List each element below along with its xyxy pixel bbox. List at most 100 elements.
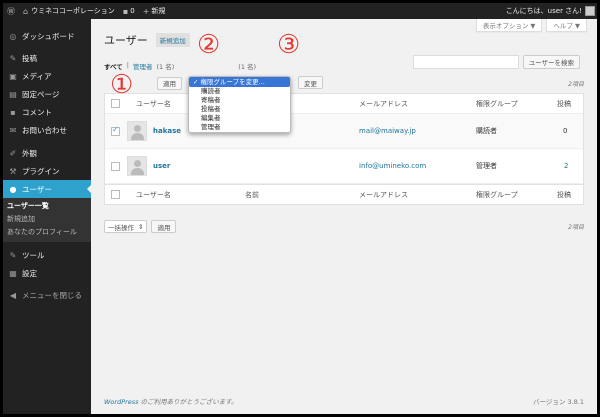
settings-icon: ▦: [9, 268, 17, 278]
checkmark-icon: ✓: [193, 78, 199, 86]
row-checkbox[interactable]: [111, 161, 120, 171]
submenu-all-users[interactable]: ユーザー一覧: [3, 200, 91, 213]
comments-count: 0: [130, 7, 135, 15]
user-email[interactable]: mail@maiway.jp: [359, 127, 416, 135]
account-menu[interactable]: こんにちは、user さん!: [506, 3, 595, 19]
user-posts-link[interactable]: 2: [564, 162, 568, 170]
site-name: ウミネココーポレーション: [31, 7, 115, 15]
col-role: 権限グループ: [476, 99, 518, 108]
user-role: 購読者: [476, 127, 497, 135]
menu-label: ツール: [22, 250, 45, 260]
menu-tools[interactable]: ✎ ツール: [3, 246, 91, 264]
bulk-actions-label: 一括操作: [108, 223, 134, 232]
menu-label: 外観: [22, 148, 37, 158]
admin-avatar: [585, 6, 595, 16]
submenu-add-new[interactable]: 新規追加: [3, 213, 91, 226]
menu-comments[interactable]: ▪ コメント: [3, 103, 91, 121]
menu-pages[interactable]: ▤ 固定ページ: [3, 85, 91, 103]
menu-label: ダッシュボード: [22, 31, 75, 41]
page-title: ユーザー: [104, 34, 148, 47]
menu-label: お問い合わせ: [22, 125, 67, 135]
role-option-placeholder[interactable]: ✓ 権限グループを変更...: [189, 77, 290, 87]
menu-label: コメント: [22, 107, 52, 117]
change-role-dropdown[interactable]: ✓ 権限グループを変更... 購読者 寄稿者 投稿者 編集者 管理者: [188, 76, 291, 133]
greeting-text: こんにちは、user さん!: [505, 7, 582, 15]
search-input[interactable]: [412, 55, 519, 69]
col-email[interactable]: メールアドレス: [359, 190, 408, 200]
search-users-button[interactable]: ユーザーを検索: [522, 55, 580, 69]
menu-media[interactable]: ▣ メディア: [3, 67, 91, 85]
bulk-actions-select[interactable]: 一括操作 ⇕: [104, 220, 148, 233]
marker-3: ③: [277, 30, 301, 60]
collapse-menu-button[interactable]: ◀ メニューを閉じる: [3, 286, 91, 304]
apply-button-top[interactable]: 適用: [157, 76, 182, 90]
apply-button-bottom[interactable]: 適用: [151, 220, 177, 233]
plugin-icon: ⚒: [9, 166, 17, 176]
col-name[interactable]: 名前: [245, 190, 259, 200]
collapse-label: メニューを閉じる: [22, 290, 82, 300]
admin-bar: Ⓦ ⌂ ウミネココーポレーション ▪ 0 + 新規 こんにちは、user さん!: [3, 3, 597, 19]
marker-2: ②: [197, 30, 221, 60]
page-icon: ▤: [9, 89, 17, 99]
pin-icon: ✎: [9, 53, 17, 63]
username-link[interactable]: user: [153, 162, 170, 170]
items-count-bottom: 2項目: [568, 224, 584, 231]
menu-appearance[interactable]: ✐ 外観: [3, 144, 91, 162]
role-option[interactable]: 購読者: [189, 87, 290, 96]
site-name-link[interactable]: ⌂ ウミネココーポレーション: [19, 3, 119, 19]
select-all-checkbox-bottom[interactable]: [111, 190, 120, 199]
comments-link[interactable]: ▪ 0: [119, 3, 139, 19]
comment-icon: ▪: [10, 107, 16, 117]
menu-plugins[interactable]: ⚒ プラグイン: [3, 162, 91, 180]
row-checkbox[interactable]: [111, 125, 120, 136]
table-row: user info@umineko.com 管理者 2: [105, 149, 583, 184]
screen-options-tab[interactable]: 表示オプション ▼: [475, 19, 543, 32]
role-option[interactable]: 投稿者: [189, 105, 290, 114]
user-email[interactable]: info@umineko.com: [359, 162, 426, 170]
page-header: ユーザー 新規追加: [104, 32, 190, 48]
menu-posts[interactable]: ✎ 投稿: [3, 49, 91, 67]
menu-contact[interactable]: ✉ お問い合わせ: [3, 121, 91, 139]
menu-label: プラグイン: [22, 166, 60, 176]
comment-bubble-icon: ▪: [122, 6, 129, 16]
menu-dashboard[interactable]: ◎ ダッシュボード: [3, 27, 91, 45]
col-posts[interactable]: 投稿: [557, 99, 571, 109]
wrench-icon: ✎: [9, 250, 17, 260]
col-username[interactable]: ユーザー名: [136, 190, 171, 200]
menu-settings[interactable]: ▦ 設定: [3, 264, 91, 282]
col-username[interactable]: ユーザー名: [136, 99, 171, 109]
select-all-checkbox[interactable]: [111, 99, 120, 108]
browser-frame: Ⓦ ⌂ ウミネココーポレーション ▪ 0 + 新規 こんにちは、user さん!…: [3, 3, 597, 414]
username-link[interactable]: hakase: [153, 127, 181, 135]
help-tab[interactable]: ヘルプ ▼: [546, 19, 587, 32]
plus-icon: +: [142, 6, 150, 16]
col-posts[interactable]: 投稿: [557, 190, 571, 200]
admin-sidebar: ◎ ダッシュボード ✎ 投稿 ▣ メディア ▤ 固定ページ ▪ コメント ✉ お問い合わせ …: [3, 19, 91, 414]
change-role-button[interactable]: 変更: [298, 76, 323, 89]
user-icon: ●: [9, 184, 17, 194]
menu-users[interactable]: ● ユーザー: [3, 180, 91, 198]
users-submenu: ユーザー一覧 新規追加 あなたのプロフィール: [3, 198, 91, 242]
menu-label: ユーザー: [22, 184, 52, 194]
filter-admin[interactable]: 管理者: [133, 61, 153, 71]
role-option[interactable]: 寄稿者: [189, 96, 290, 105]
col-email[interactable]: メールアドレス: [359, 99, 408, 109]
menu-label: 設定: [22, 268, 37, 278]
new-content-link[interactable]: + 新規: [139, 3, 170, 19]
wordpress-credit-link[interactable]: WordPress: [104, 398, 139, 406]
users-table: ユーザー名 名前 メールアドレス 権限グループ 投稿 hakase mail@m…: [104, 93, 584, 205]
role-option[interactable]: 編集者: [189, 114, 290, 123]
submenu-your-profile[interactable]: あなたのプロフィール: [3, 226, 91, 239]
user-role: 管理者: [476, 162, 497, 170]
home-icon: ⌂: [23, 6, 29, 16]
user-avatar: [127, 121, 147, 141]
user-posts: 0: [563, 127, 568, 135]
new-label: 新規: [151, 7, 166, 15]
tablenav-bottom: 一括操作 ⇕ 適用 2項目: [104, 220, 584, 233]
role-placeholder-label: 権限グループを変更...: [200, 78, 265, 86]
role-option[interactable]: 管理者: [189, 123, 290, 132]
screen-meta-links: 表示オプション ▼ ヘルプ ▼: [472, 19, 587, 32]
items-count-top: 2項目: [568, 80, 584, 88]
add-new-button[interactable]: 新規追加: [155, 33, 190, 47]
wordpress-logo-icon[interactable]: Ⓦ: [3, 3, 19, 19]
